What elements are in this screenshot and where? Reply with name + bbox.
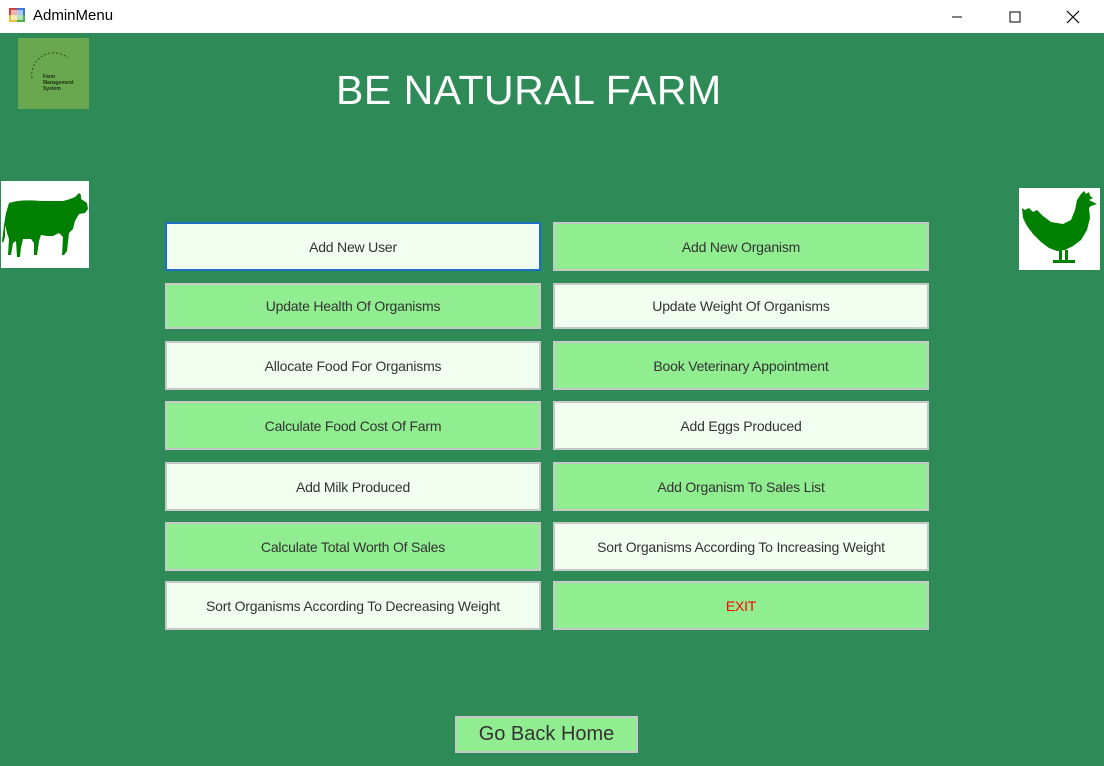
- button-label: Go Back Home: [478, 723, 615, 745]
- farm-logo: Farm Management System: [18, 38, 89, 109]
- button-label: Allocate Food For Organisms: [264, 357, 442, 374]
- button-label: Add New Organism: [681, 238, 801, 255]
- button-label: Add Eggs Produced: [680, 417, 802, 434]
- add-new-organism-button[interactable]: Add New Organism: [553, 222, 929, 271]
- svg-text:System: System: [43, 86, 61, 92]
- button-label: Add Organism To Sales List: [657, 478, 825, 495]
- update-health-button[interactable]: Update Health Of Organisms: [165, 283, 541, 329]
- calculate-food-cost-button[interactable]: Calculate Food Cost Of Farm: [165, 401, 541, 450]
- button-label: Calculate Total Worth Of Sales: [260, 538, 446, 555]
- admin-menu-form: Farm Management System BE NATURAL FARM A…: [0, 33, 1104, 766]
- button-label: Sort Organisms According To Decreasing W…: [206, 597, 500, 614]
- calculate-sales-worth-button[interactable]: Calculate Total Worth Of Sales: [165, 522, 541, 571]
- title-bar: AdminMenu: [0, 0, 1104, 33]
- button-label: Update Weight Of Organisms: [652, 298, 830, 314]
- go-back-home-button[interactable]: Go Back Home: [455, 716, 638, 753]
- sort-decreasing-weight-button[interactable]: Sort Organisms According To Decreasing W…: [165, 581, 541, 630]
- add-to-sales-list-button[interactable]: Add Organism To Sales List: [553, 462, 929, 511]
- maximize-icon: [1009, 11, 1021, 22]
- button-label: Book Veterinary Appointment: [653, 357, 829, 374]
- add-new-user-button[interactable]: Add New User: [165, 222, 541, 271]
- close-button[interactable]: [1050, 0, 1096, 33]
- button-label: Add New User: [309, 238, 397, 255]
- button-label: Sort Organisms According To Increasing W…: [597, 538, 885, 555]
- button-label: EXIT: [725, 597, 757, 614]
- button-label: Calculate Food Cost Of Farm: [264, 417, 442, 434]
- exit-button[interactable]: EXIT: [553, 581, 929, 630]
- add-milk-button[interactable]: Add Milk Produced: [165, 462, 541, 511]
- close-icon: [1066, 10, 1080, 23]
- window-title: AdminMenu: [33, 7, 114, 24]
- cow-picture: [1, 181, 89, 268]
- allocate-food-button[interactable]: Allocate Food For Organisms: [165, 341, 541, 390]
- button-label: Add Milk Produced: [295, 478, 411, 495]
- sort-increasing-weight-button[interactable]: Sort Organisms According To Increasing W…: [553, 522, 929, 571]
- add-eggs-button[interactable]: Add Eggs Produced: [553, 401, 929, 450]
- minimize-icon: [952, 16, 962, 17]
- hen-icon: [1022, 191, 1097, 263]
- update-weight-button[interactable]: Update Weight Of Organisms: [553, 283, 929, 329]
- app-icon: [9, 8, 25, 22]
- maximize-button[interactable]: [992, 0, 1038, 33]
- book-veterinary-button[interactable]: Book Veterinary Appointment: [553, 341, 929, 390]
- button-label: Update Health Of Organisms: [265, 298, 441, 314]
- cow-icon: [2, 193, 88, 257]
- page-title: BE NATURAL FARM: [336, 67, 722, 113]
- minimize-button[interactable]: [934, 0, 980, 33]
- hen-picture: [1019, 188, 1100, 270]
